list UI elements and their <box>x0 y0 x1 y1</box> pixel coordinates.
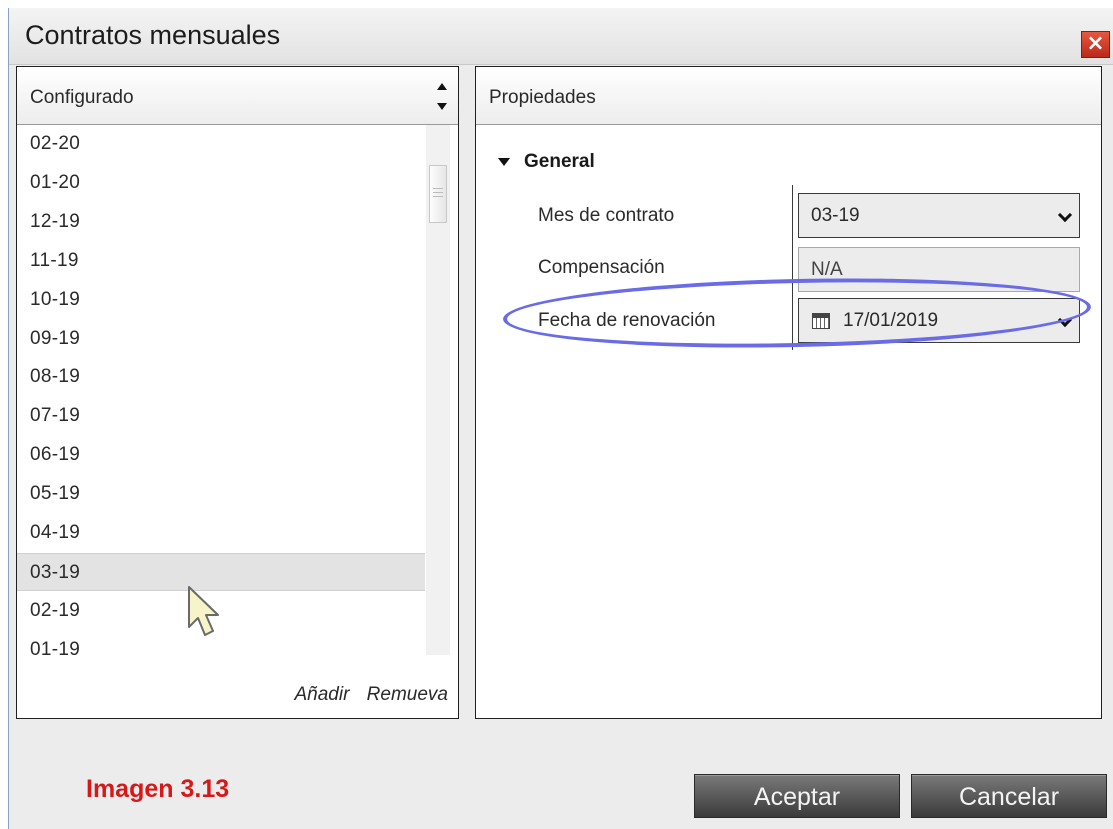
list-item[interactable]: 06-19 <box>17 436 425 474</box>
scrollbar-thumb[interactable] <box>429 165 447 223</box>
scroll-grip <box>433 188 443 189</box>
list-actions: Añadir Remueva <box>282 684 448 706</box>
contract-month-label: Mes de contrato <box>538 205 675 226</box>
add-link[interactable]: Añadir <box>294 684 349 705</box>
list-item[interactable]: 07-19 <box>17 397 425 435</box>
close-button[interactable]: × <box>1081 31 1110 58</box>
figure-caption: Imagen 3.13 <box>86 775 230 803</box>
sort-down-icon[interactable] <box>437 103 447 110</box>
list-item[interactable]: 05-19 <box>17 475 425 513</box>
configured-header[interactable]: Configurado <box>17 67 458 125</box>
compensation-label: Compensación <box>538 257 665 278</box>
list-item[interactable]: 09-19 <box>17 320 425 358</box>
configured-list: 02-20 01-20 12-19 11-19 10-19 09-19 08-19 07-19… <box>17 125 442 655</box>
expand-triangle-icon[interactable] <box>498 157 510 166</box>
cancel-button[interactable]: Cancelar <box>911 774 1107 818</box>
list-item[interactable]: 11-19 <box>17 242 425 280</box>
general-group-label: General <box>524 151 595 172</box>
configured-header-label: Configurado <box>30 87 134 108</box>
list-item[interactable]: 12-19 <box>17 203 425 241</box>
remove-link[interactable]: Remueva <box>367 684 448 705</box>
contract-month-select[interactable]: 03-19 <box>798 193 1080 238</box>
list-item[interactable]: 02-20 <box>17 125 425 163</box>
chevron-down-icon[interactable] <box>1057 207 1073 223</box>
list-scrollbar[interactable] <box>426 125 450 655</box>
sort-up-icon[interactable] <box>437 83 447 90</box>
list-item[interactable]: 08-19 <box>17 358 425 396</box>
configured-panel: Configurado 02-20 01-20 12-19 11-19 10-19 09-… <box>16 66 459 719</box>
list-item[interactable]: 01-20 <box>17 164 425 202</box>
scroll-grip <box>433 192 443 193</box>
properties-header: Propiedades <box>476 67 1101 125</box>
properties-header-label: Propiedades <box>489 87 596 108</box>
window-title: Contratos mensuales <box>25 20 281 50</box>
mouse-pointer-icon <box>188 586 219 636</box>
close-icon: × <box>1086 31 1105 56</box>
title-bar: Contratos mensuales × <box>9 8 1113 65</box>
list-item[interactable]: 10-19 <box>17 281 425 319</box>
general-group[interactable]: General <box>498 151 595 173</box>
scroll-grip <box>433 196 443 197</box>
sort-control[interactable] <box>437 81 449 115</box>
properties-panel: Propiedades General Mes de contrato 03-1… <box>475 66 1102 719</box>
list-item[interactable]: 04-19 <box>17 514 425 552</box>
accept-button[interactable]: Aceptar <box>694 774 900 818</box>
compensation-value: N/A <box>811 259 843 280</box>
contract-month-value: 03-19 <box>811 205 860 226</box>
